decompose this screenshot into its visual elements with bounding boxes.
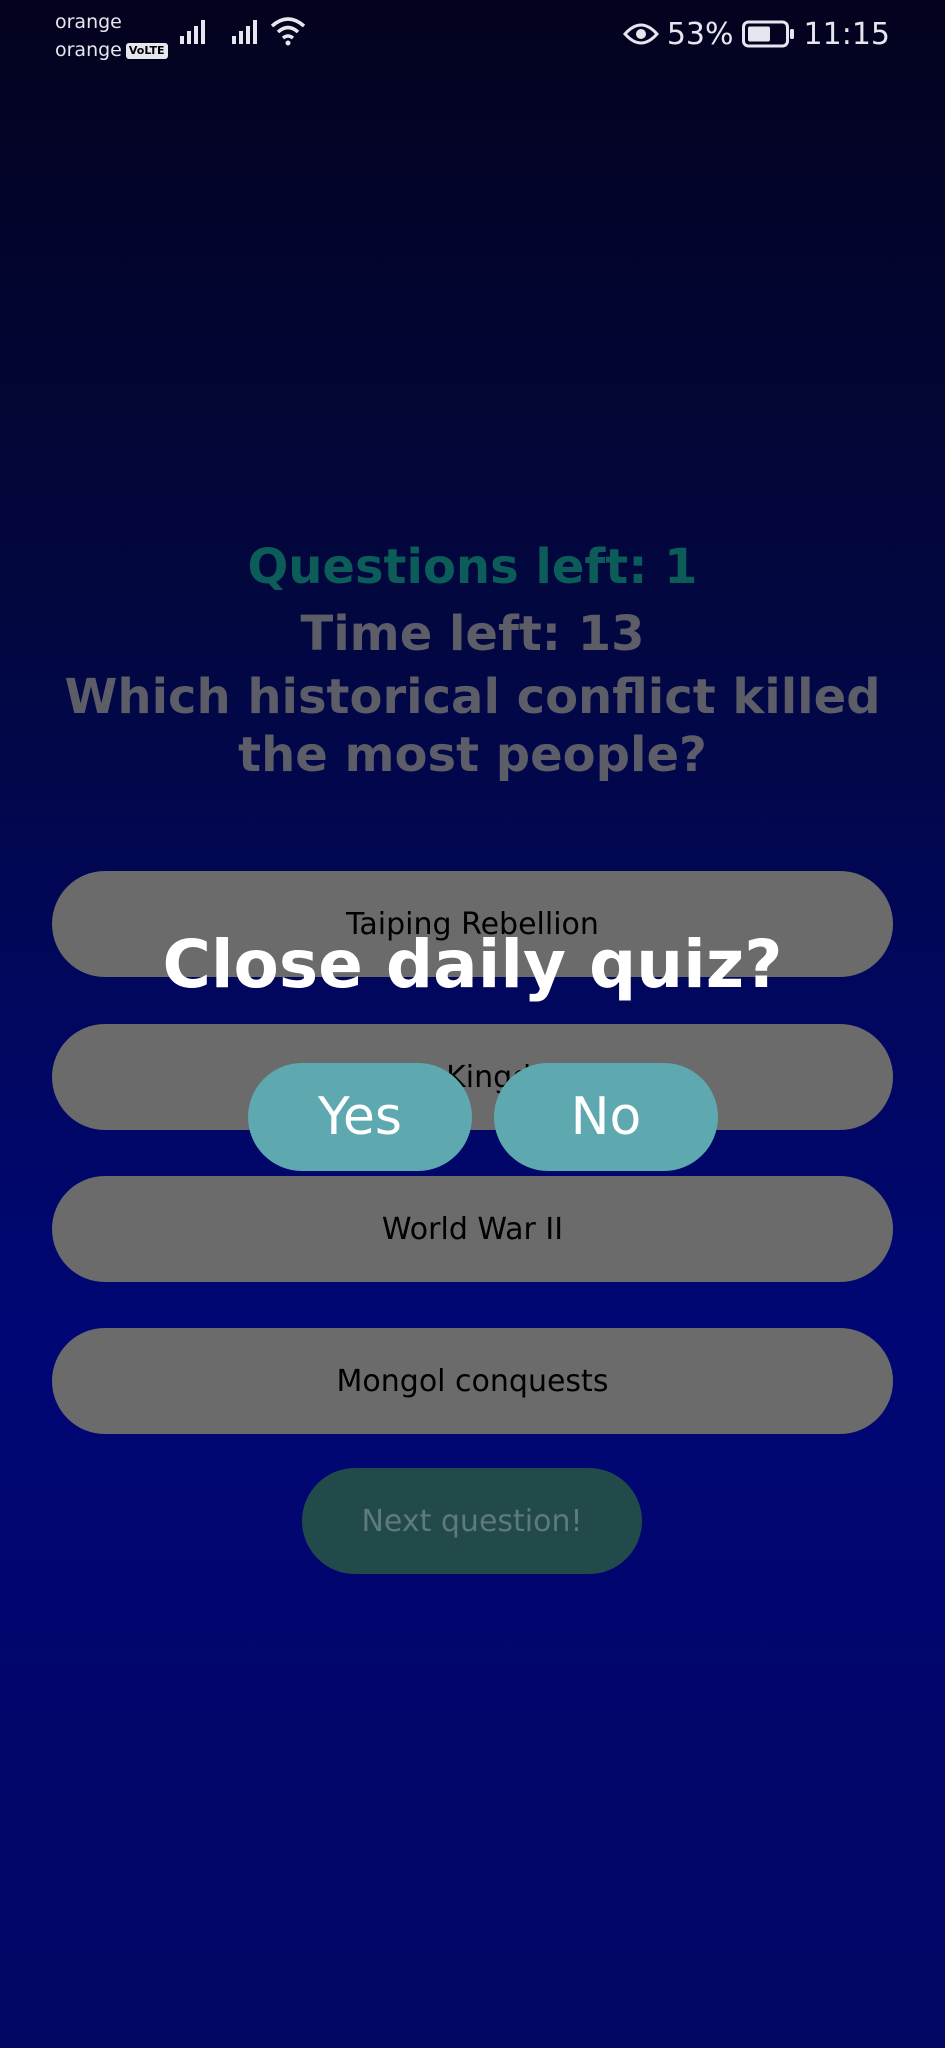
carrier-2: orange bbox=[55, 39, 122, 61]
answer-option-3[interactable]: World War II bbox=[52, 1176, 893, 1282]
answer-label: World War II bbox=[381, 1211, 564, 1247]
clock: 11:15 bbox=[803, 16, 890, 52]
dialog-title: Close daily quiz? bbox=[162, 926, 783, 1003]
status-bar: orange orange VoLTE 53% 11:15 bbox=[0, 0, 945, 70]
time-left-label: Time left: 13 bbox=[300, 606, 645, 662]
answer-label: Mongol conquests bbox=[336, 1363, 609, 1399]
volte-badge: VoLTE bbox=[125, 42, 168, 59]
no-button[interactable]: No bbox=[494, 1063, 718, 1171]
quiz-header: Questions left: 1 Time left: 13 Which hi… bbox=[0, 536, 945, 784]
carrier-1: orange bbox=[55, 11, 122, 33]
status-right: 53% 11:15 bbox=[622, 14, 890, 54]
yes-button[interactable]: Yes bbox=[248, 1063, 472, 1171]
signal-icon bbox=[180, 20, 205, 44]
carrier-info: orange orange VoLTE bbox=[55, 8, 168, 64]
answer-option-4[interactable]: Mongol conquests bbox=[52, 1328, 893, 1434]
battery-icon bbox=[741, 20, 796, 48]
questions-left-label: Questions left: 1 bbox=[247, 539, 698, 595]
wifi-icon bbox=[270, 17, 306, 46]
battery-percent: 53% bbox=[666, 16, 734, 52]
answer-option-2[interactable]: Three Kingdoms bbox=[52, 1024, 893, 1130]
next-question-button[interactable]: Next question! bbox=[302, 1468, 642, 1574]
question-text: Which historical conflict killed the mos… bbox=[64, 669, 881, 783]
signal-icon bbox=[232, 20, 257, 44]
eye-icon bbox=[622, 23, 659, 45]
